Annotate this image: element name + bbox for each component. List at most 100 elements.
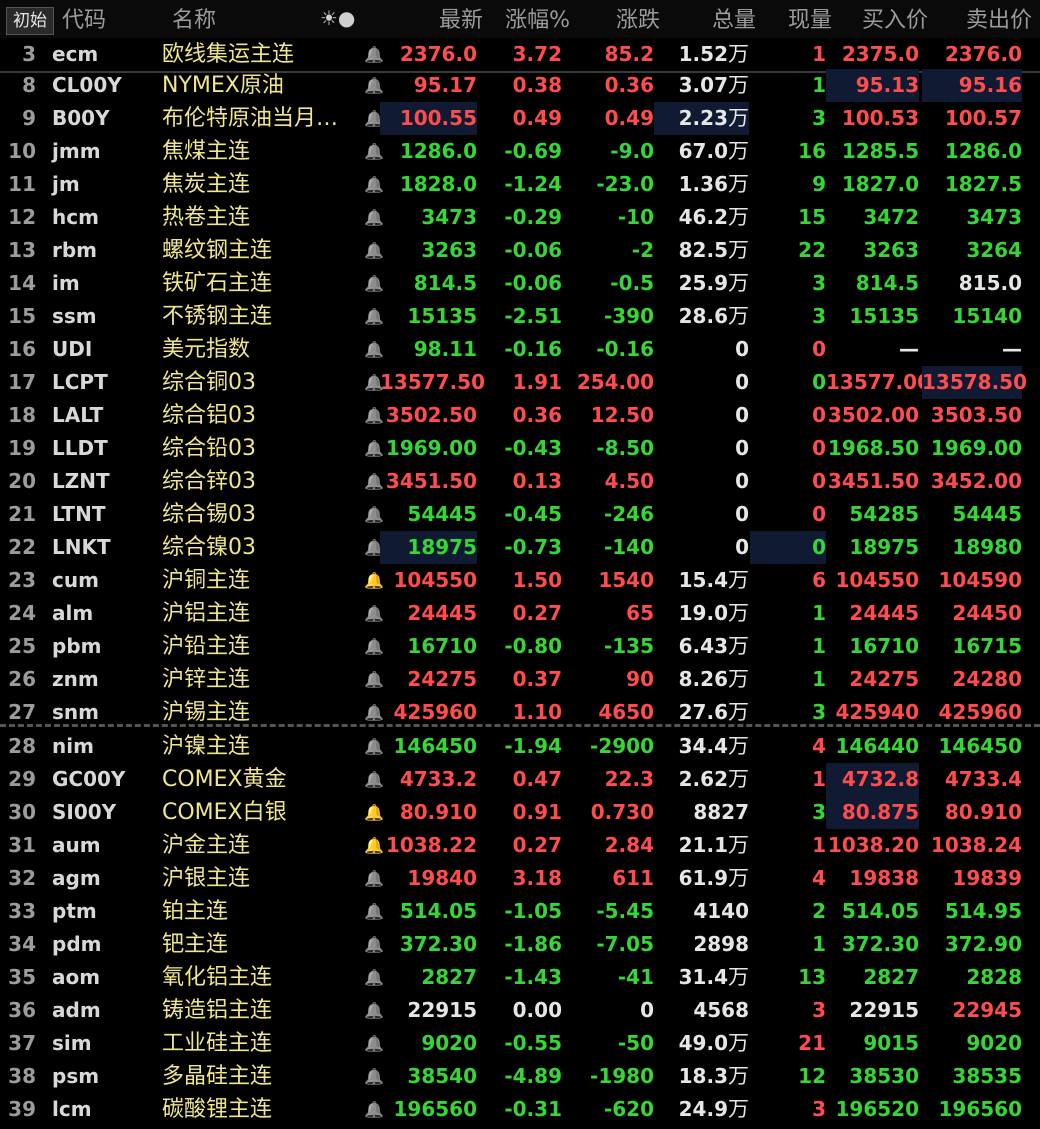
bid-price: 13577.00 <box>826 370 932 394</box>
total-volume: 19.0万 <box>654 597 749 630</box>
instrument-name: 欧线集运主连 <box>162 42 295 67</box>
table-row[interactable]: 26 znm 沪锌主连 🔔 24275 0.37 90 8.26万 1 24275 24280 <box>0 663 1040 696</box>
change-amount: -0.5 <box>610 271 654 295</box>
row-index: 18 <box>8 403 36 427</box>
table-row[interactable]: 20 LZNT 综合锌03 🔔 3451.50 0.13 4.50 0 0 3451.50 3452… <box>0 465 1040 498</box>
change-amount: 4650 <box>598 700 654 724</box>
table-row[interactable]: 8 CL00Y NYMEX原油 🔔 95.17 0.38 0.36 3.07万 1 95.13 95… <box>0 69 1040 102</box>
table-row[interactable]: 21 LTNT 综合锡03 🔔 54445 -0.45 -246 0 0 54285 54445 <box>0 498 1040 531</box>
table-row[interactable]: 33 ptm 铂主连 🔔 514.05 -1.05 -5.45 4140 2 514.05 514.… <box>0 895 1040 928</box>
table-row[interactable]: 29 GC00Y COMEX黄金 🔔 4733.2 0.47 22.3 2.62万 1 4732.… <box>0 763 1040 796</box>
instrument-name: 沪银主连 <box>162 866 251 891</box>
instrument-name: 综合铜03 <box>162 370 256 395</box>
last-price: 24275 <box>407 667 477 691</box>
header-name[interactable]: 名称 <box>172 6 216 36</box>
total-volume: 49.0万 <box>654 1027 749 1060</box>
total-volume-unit: 万 <box>728 205 749 229</box>
ask-price: 80.910 <box>944 800 1022 824</box>
table-row[interactable]: 30 SI00Y COMEX白银 🔔 80.910 0.91 0.730 8827 3 80.87… <box>0 796 1040 829</box>
symbol-code: rbm <box>52 238 98 262</box>
row-index: 20 <box>8 469 36 493</box>
symbol-code: UDI <box>52 337 93 361</box>
table-row[interactable]: 16 UDI 美元指数 🔔 98.11 -0.16 -0.16 0 0— — <box>0 333 1040 366</box>
change-amount: -0.16 <box>596 337 654 361</box>
change-percent: -1.05 <box>504 899 562 923</box>
header-ask[interactable]: 卖出价 <box>922 6 1032 36</box>
bid-price: 104550 <box>835 568 920 592</box>
table-row[interactable]: 11 jm 焦炭主连 🔔 1828.0 -1.24 -23.0 1.36万 9 1827.0 182… <box>0 168 1040 201</box>
table-row[interactable]: 23 cum 沪铜主连 🔔 104550 1.50 1540 15.4万 6 104550 1045… <box>0 564 1040 597</box>
row-index: 28 <box>8 734 36 758</box>
bid-price: 1827.0 <box>841 172 919 196</box>
symbol-code: nim <box>52 734 94 758</box>
total-volume-unit: 万 <box>728 73 749 97</box>
symbol-code: hcm <box>52 205 99 229</box>
table-row[interactable]: 32 agm 沪银主连 🔔 19840 3.18 611 61.9万 4 19838 19839 <box>0 862 1040 895</box>
current-volume: 1 <box>812 932 826 956</box>
total-volume: 0 <box>735 403 749 427</box>
header-cur[interactable]: 现量 <box>750 6 832 36</box>
symbol-code: LTNT <box>52 502 106 526</box>
instrument-name: 铸造铝主连 <box>162 998 273 1023</box>
change-percent: 0.27 <box>512 833 562 857</box>
table-row[interactable]: 18 LALT 综合铝03 🔔 3502.50 0.36 12.50 0 0 3502.00 350… <box>0 399 1040 432</box>
bid-price: 1038.20 <box>827 833 919 857</box>
table-row[interactable]: 25 pbm 沪铅主连 🔔 16710 -0.80 -135 6.43万 1 16710 16715 <box>0 630 1040 663</box>
current-volume: 1 <box>812 767 826 791</box>
current-volume: 1 <box>812 833 826 857</box>
table-row[interactable]: 31 aum 沪金主连 🔔 1038.22 0.27 2.84 21.1万 1 1038.20 10… <box>0 829 1040 862</box>
ask-price: 1286.0 <box>944 139 1022 163</box>
header-indicator-icons[interactable]: ☀● <box>320 6 355 30</box>
table-row[interactable]: 13 rbm 螺纹钢主连 🔔 3263 -0.06 -2 82.5万 22 3263 3264 <box>0 234 1040 267</box>
row-index: 23 <box>8 568 36 592</box>
change-amount: -135 <box>603 634 654 658</box>
table-row[interactable]: 17 LCPT 综合铜03 🔔 13577.50 1.91 254.00 0 0 13577.00… <box>0 366 1040 399</box>
total-volume: 0 <box>735 337 749 361</box>
total-volume: 18.3万 <box>654 1060 749 1093</box>
table-row[interactable]: 14 im 铁矿石主连 🔔 814.5 -0.06 -0.5 25.9万 3 814.5 815.0 <box>0 267 1040 300</box>
init-button[interactable]: 初始 <box>6 7 54 35</box>
total-volume-number: 19.0 <box>678 601 728 625</box>
instrument-name: 不锈钢主连 <box>162 304 273 329</box>
table-row[interactable]: 19 LLDT 综合铅03 🔔 1969.00 -0.43 -8.50 0 0 1968.50 19… <box>0 432 1040 465</box>
total-volume: 3.07万 <box>654 69 749 102</box>
change-amount: -50 <box>617 1031 654 1055</box>
header-last[interactable]: 最新 <box>380 6 483 36</box>
table-row[interactable]: 38 psm 多晶硅主连 🔔 38540 -4.89 -1980 18.3万 12 38530 38… <box>0 1060 1040 1093</box>
header-vol[interactable]: 总量 <box>654 6 756 36</box>
header-pct[interactable]: 涨幅% <box>480 6 570 36</box>
total-volume: 0 <box>735 370 749 394</box>
instrument-name: 氧化铝主连 <box>162 965 273 990</box>
table-row[interactable]: 36 adm 铸造铝主连 🔔 22915 0.00 0 4568 3 22915 22945 <box>0 994 1040 1027</box>
table-row[interactable]: 12 hcm 热卷主连 🔔 3473 -0.29 -10 46.2万 15 3472 3473 <box>0 201 1040 234</box>
total-volume-number: 18.3 <box>678 1064 728 1088</box>
table-row[interactable]: 9 B00Y 布伦特原油当月… 🔔 100.55 0.49 0.49 2.23万 3 100.53… <box>0 102 1040 135</box>
table-row[interactable]: 37 sim 工业硅主连 🔔 9020 -0.55 -50 49.0万 21 9015 9020 <box>0 1027 1040 1060</box>
bid-price: 24275 <box>849 667 919 691</box>
table-row[interactable]: 10 jmm 焦煤主连 🔔 1286.0 -0.69 -9.0 67.0万 16 1285.5 12… <box>0 135 1040 168</box>
change-amount: -7.05 <box>596 932 654 956</box>
symbol-code: sim <box>52 1031 92 1055</box>
table-row[interactable]: 24 alm 沪铝主连 🔔 24445 0.27 65 19.0万 1 24445 24450 <box>0 597 1040 630</box>
table-row[interactable]: 28 nim 沪镍主连 🔔 146450 -1.94 -2900 34.4万 4 146440 14… <box>0 730 1040 763</box>
ask-price: 3452.00 <box>930 469 1022 493</box>
total-volume-unit: 万 <box>728 1064 749 1088</box>
change-amount: 0.36 <box>604 73 654 97</box>
table-row[interactable]: 22 LNKT 综合镍03 🔔 18975 -0.73 -140 0 0 18975 18980 <box>0 531 1040 564</box>
ask-price: 4733.4 <box>944 767 1022 791</box>
table-row[interactable]: 27 snm 沪锡主连 🔔 425960 1.10 4650 27.6万 3 425940 4259… <box>0 696 1040 729</box>
table-row[interactable]: 34 pdm 钯主连 🔔 372.30 -1.86 -7.05 2898 1 372.30 372.… <box>0 928 1040 961</box>
change-percent: -0.06 <box>504 271 562 295</box>
table-row[interactable]: 3 ecm 欧线集运主连 🔔 2376.0 3.72 85.2 1.52万 1 2375.0 237… <box>0 38 1040 71</box>
change-amount: 2.84 <box>604 833 654 857</box>
column-header: 初始 代码 名称 ☀● 最新 涨幅% 涨跌 总量 现量 买入价 卖出价 <box>0 0 1040 40</box>
header-chg[interactable]: 涨跌 <box>565 6 660 36</box>
total-volume-number: 82.5 <box>678 238 728 262</box>
table-row[interactable]: 15 ssm 不锈钢主连 🔔 15135 -2.51 -390 28.6万 3 15135 1514… <box>0 300 1040 333</box>
table-row[interactable]: 39 lcm 碳酸锂主连 🔔 196560 -0.31 -620 24.9万 3 196520 19… <box>0 1093 1040 1126</box>
total-volume-number: 2.62 <box>678 767 728 791</box>
header-code[interactable]: 代码 <box>62 6 106 36</box>
table-row[interactable]: 35 aom 氧化铝主连 🔔 2827 -1.43 -41 31.4万 13 2827 2828 <box>0 961 1040 994</box>
header-bid[interactable]: 买入价 <box>826 6 928 36</box>
symbol-code: CL00Y <box>52 73 122 97</box>
